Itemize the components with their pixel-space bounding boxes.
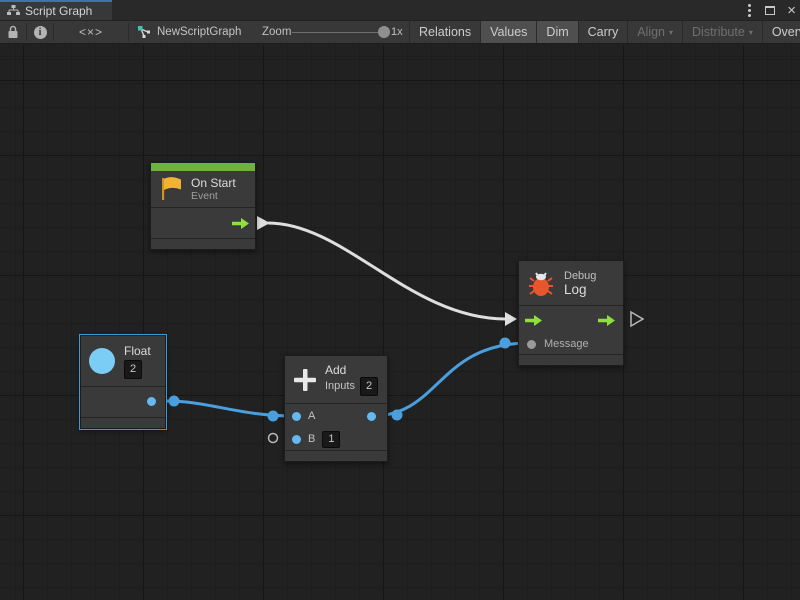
node-title: On Start: [191, 176, 236, 190]
event-accent-bar: [151, 163, 255, 171]
info-button[interactable]: i: [27, 21, 53, 43]
close-icon[interactable]: ×: [787, 3, 796, 18]
node-debug-log[interactable]: Debug Log Message: [518, 260, 624, 366]
inputs-count-field[interactable]: 2: [360, 377, 378, 396]
bug-icon: [528, 270, 554, 297]
flow-output-port[interactable]: [598, 315, 615, 326]
chevron-down-icon: ▾: [749, 28, 753, 37]
lock-button[interactable]: [0, 21, 26, 43]
graph-name-group[interactable]: NewScriptGraph: [137, 21, 241, 43]
overview-button[interactable]: Overview: [762, 21, 800, 43]
zoom-label: Zoom: [262, 21, 291, 43]
node-footer: [519, 355, 623, 365]
inputs-label: Inputs: [325, 380, 355, 393]
graph-canvas[interactable]: On Start Event Float 2: [0, 45, 800, 600]
titlebar: Script Graph ×: [0, 0, 800, 20]
unconnected-flow-triangle[interactable]: [631, 312, 643, 326]
node-title: Float: [124, 344, 151, 358]
maximize-icon[interactable]: [765, 6, 775, 15]
script-graph-window: Script Graph × i <×>: [0, 0, 800, 600]
values-button[interactable]: Values: [480, 21, 536, 43]
node-on-start[interactable]: On Start Event: [150, 162, 256, 250]
zoom-value: 1x: [391, 21, 403, 43]
carry-button[interactable]: Carry: [578, 21, 628, 43]
float-value-field[interactable]: 2: [124, 360, 142, 379]
distribute-button[interactable]: Distribute▾: [682, 21, 762, 43]
node-subtitle: Log: [564, 283, 596, 297]
dim-button[interactable]: Dim: [536, 21, 577, 43]
node-subtitle: Event: [191, 190, 236, 203]
port-row-b: B 1: [285, 428, 387, 450]
node-footer: [151, 239, 255, 249]
zoom-slider[interactable]: [292, 32, 384, 33]
flag-icon: [159, 176, 183, 202]
port-a-label: A: [308, 410, 315, 422]
node-title: Add: [325, 363, 378, 377]
float-type-icon: [89, 348, 115, 374]
node-title: Debug: [564, 270, 596, 283]
unconnected-port-circle[interactable]: [269, 434, 278, 443]
wire-endpoint-dot: [500, 338, 511, 349]
flow-input-port[interactable]: [525, 315, 542, 326]
plus-icon: [293, 368, 317, 392]
code-view-button[interactable]: <×>: [54, 21, 128, 43]
relations-button[interactable]: Relations: [409, 21, 480, 43]
value-output-port[interactable]: [147, 397, 156, 406]
node-footer: [285, 451, 387, 461]
wire-endpoint-dot: [392, 410, 403, 421]
graph-name: NewScriptGraph: [157, 26, 241, 38]
wire-endpoint-dot: [268, 411, 279, 422]
value-input-port-b[interactable]: [292, 435, 301, 444]
hierarchy-icon: [7, 5, 20, 17]
lock-icon: [7, 25, 19, 39]
zoom-slider-handle[interactable]: [378, 26, 390, 38]
tab-script-graph[interactable]: Script Graph: [0, 0, 112, 20]
tab-label: Script Graph: [25, 4, 92, 18]
graph-asset-icon: [137, 25, 151, 39]
port-row-a: A: [285, 404, 387, 428]
message-label: Message: [544, 338, 589, 350]
port-b-value-field[interactable]: 1: [322, 431, 340, 448]
code-icon: <×>: [79, 25, 103, 39]
value-wire-add-to-debug[interactable]: [372, 343, 529, 416]
wire-endpoint-dot: [169, 396, 180, 407]
message-input-port[interactable]: [527, 340, 536, 349]
flow-wire-onstart-to-debug[interactable]: [268, 223, 506, 319]
port-b-label: B: [308, 433, 315, 445]
align-button[interactable]: Align▾: [627, 21, 682, 43]
wire-layer: [0, 45, 800, 600]
port-row-message: Message: [519, 334, 623, 354]
toolbar: i <×> NewScriptGraph Zoom 1x Relations V…: [0, 20, 800, 44]
window-menu-icon[interactable]: [746, 2, 753, 19]
chevron-down-icon: ▾: [669, 28, 673, 37]
node-footer: [81, 418, 165, 428]
value-output-port[interactable]: [367, 412, 376, 421]
node-float[interactable]: Float 2: [80, 335, 166, 429]
flow-wire-start-arrow: [257, 216, 270, 230]
flow-output-port[interactable]: [232, 218, 249, 229]
flow-wire-end-arrow: [505, 312, 517, 326]
value-input-port-a[interactable]: [292, 412, 301, 421]
node-add[interactable]: Add Inputs 2 A B 1: [284, 355, 388, 462]
info-icon: i: [34, 26, 47, 39]
